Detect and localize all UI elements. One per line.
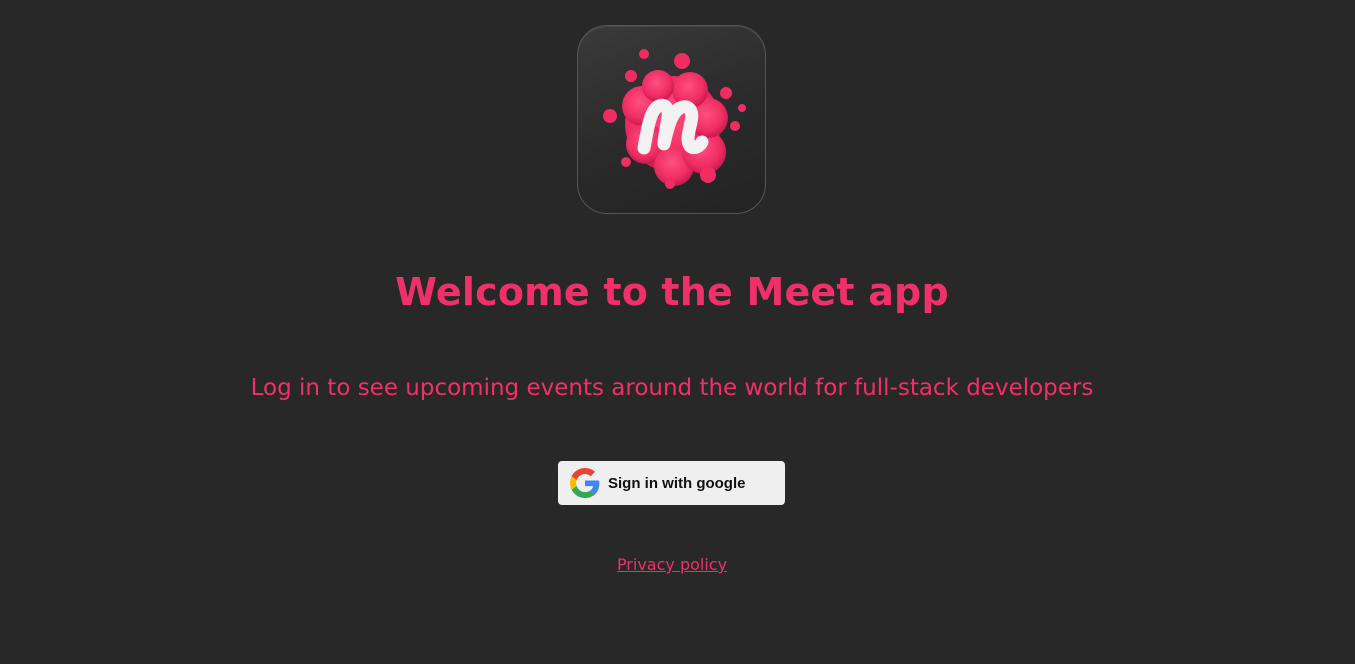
google-sign-in-label: Sign in with google — [608, 474, 746, 492]
page-title: Welcome to the Meet app — [395, 270, 949, 314]
app-logo — [577, 25, 766, 214]
privacy-policy-link[interactable]: Privacy policy — [0, 555, 1344, 574]
page-subtitle: Log in to see upcoming events around the… — [250, 375, 1094, 401]
meetup-logo-icon — [603, 49, 746, 189]
google-sign-in-button[interactable]: Sign in with google — [558, 461, 785, 505]
login-page: Welcome to the Meet app Log in to see up… — [0, 0, 1355, 664]
google-g-icon — [570, 468, 600, 498]
